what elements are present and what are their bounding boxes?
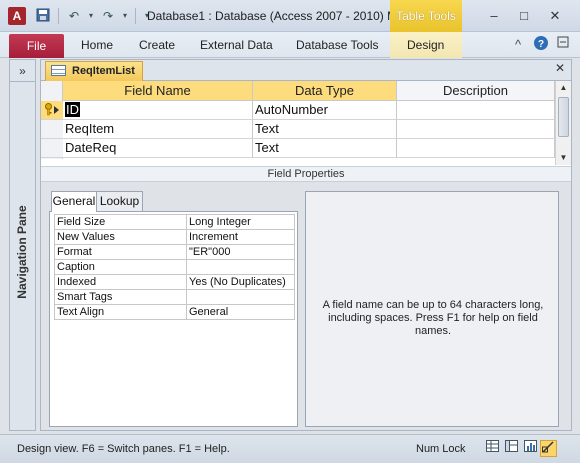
scroll-up-arrow-icon[interactable]: ▲ [556, 81, 571, 95]
property-row[interactable]: Caption [54, 259, 295, 275]
property-value[interactable]: Yes (No Duplicates) [186, 274, 295, 290]
column-header-data-type[interactable]: Data Type [253, 81, 397, 101]
undo-dropdown-icon[interactable]: ▾ [87, 8, 95, 24]
row-selector[interactable] [41, 120, 63, 139]
scroll-down-arrow-icon[interactable]: ▼ [556, 151, 571, 165]
row-selector-current[interactable] [41, 101, 63, 120]
table-row-data-type[interactable]: AutoNumber [253, 101, 397, 120]
file-tab[interactable]: File [9, 34, 64, 58]
property-label: Format [54, 244, 187, 260]
property-label: Smart Tags [54, 289, 187, 305]
svg-text:?: ? [538, 39, 544, 50]
property-help-box: A field name can be up to 64 characters … [305, 191, 559, 427]
column-header-field-name[interactable]: Field Name [63, 81, 253, 101]
minimize-ribbon-icon[interactable]: ^ [508, 35, 528, 55]
table-row-data-type[interactable]: Text [253, 120, 397, 139]
general-properties-panel: Field Size Long Integer New Values Increme… [49, 211, 298, 427]
help-icon[interactable]: ? [531, 35, 551, 55]
property-value[interactable]: General [186, 304, 295, 320]
undo-icon[interactable]: ↶ [65, 8, 83, 24]
title-bar: A ↶ ▾ ↷ ▾ ▾ Database1 : Database (Access… [0, 0, 580, 34]
property-label: Caption [54, 259, 187, 275]
property-value[interactable]: Long Integer [186, 214, 295, 230]
redo-icon[interactable]: ↷ [99, 8, 117, 24]
window-controls-icon[interactable] [553, 35, 573, 55]
table-design-document: ReqItemList ✕ Field Name Data Type Descr… [40, 59, 572, 431]
property-row[interactable]: New Values Increment [54, 229, 295, 245]
pivottable-view-icon[interactable] [503, 440, 520, 457]
property-value[interactable] [186, 259, 295, 275]
table-row-description[interactable] [397, 120, 555, 139]
table-tools-group: Table Tools [390, 0, 462, 34]
current-row-arrow-icon [54, 106, 59, 114]
document-tab-reqitemlist[interactable]: ReqItemList [45, 61, 143, 81]
access-app-icon[interactable]: A [8, 7, 26, 25]
pivotchart-view-icon[interactable] [522, 440, 539, 457]
tab-lookup[interactable]: Lookup [96, 191, 143, 211]
table-row-field-name[interactable]: ID [63, 101, 253, 120]
nav-pane-label[interactable]: Navigation Pane [15, 202, 29, 302]
document-tab-label: ReqItemList [72, 65, 135, 77]
scrollbar-thumb[interactable] [558, 97, 569, 137]
document-tab-bar: ReqItemList ✕ [41, 60, 571, 81]
design-view-icon[interactable] [540, 440, 557, 457]
property-label: Indexed [54, 274, 187, 290]
field-properties-area: General Lookup Field Size Long Integer Ne… [41, 182, 571, 430]
redo-dropdown-icon[interactable]: ▾ [121, 8, 129, 24]
tab-home[interactable]: Home [81, 38, 113, 52]
primary-key-icon [44, 103, 53, 116]
field-grid: Field Name Data Type Description ID Auto… [41, 81, 555, 159]
close-document-button[interactable]: ✕ [555, 61, 565, 75]
property-value[interactable]: "ER"000 [186, 244, 295, 260]
tab-create[interactable]: Create [139, 38, 175, 52]
status-text: Design view. F6 = Switch panes. F1 = Hel… [17, 443, 230, 455]
datasheet-view-icon[interactable] [484, 440, 501, 457]
property-value[interactable] [186, 289, 295, 305]
tab-database-tools[interactable]: Database Tools [296, 38, 379, 52]
field-properties-header: Field Properties [41, 166, 571, 182]
property-sheet: Field Size Long Integer New Values Increme… [54, 214, 295, 320]
property-label: New Values [54, 229, 187, 245]
nav-pane-toggle-button[interactable]: » [10, 60, 35, 82]
status-bar: Design view. F6 = Switch panes. F1 = Hel… [0, 434, 580, 463]
property-row[interactable]: Text Align General [54, 304, 295, 320]
table-row-field-name[interactable]: DateReq [63, 139, 253, 158]
tab-general[interactable]: General [51, 191, 97, 212]
property-label: Field Size [54, 214, 187, 230]
table-icon [51, 65, 66, 76]
minimize-button[interactable]: – [482, 6, 506, 26]
row-selector[interactable] [41, 139, 63, 158]
table-row-description[interactable] [397, 101, 555, 120]
close-window-button[interactable]: ✕ [543, 6, 567, 26]
table-row-description[interactable] [397, 139, 555, 158]
tab-design[interactable]: Design [407, 38, 444, 52]
field-properties-title: Field Properties [267, 168, 345, 180]
restore-button[interactable]: □ [512, 6, 536, 26]
qat-separator [135, 8, 136, 24]
grid-vertical-scrollbar[interactable]: ▲ ▼ [555, 81, 571, 165]
property-help-text: A field name can be up to 64 characters … [322, 299, 544, 337]
property-row[interactable]: Indexed Yes (No Duplicates) [54, 274, 295, 290]
property-value[interactable]: Increment [186, 229, 295, 245]
num-lock-indicator: Num Lock [416, 443, 466, 455]
save-icon[interactable] [34, 8, 52, 24]
property-row[interactable]: Field Size Long Integer [54, 214, 295, 230]
table-row-field-name[interactable]: ReqItem [63, 120, 253, 139]
window-title: Database1 : Database (Access 2007 - 2010… [147, 9, 398, 23]
quick-access-toolbar: ↶ ▾ ↷ ▾ ▾ [34, 8, 152, 24]
navigation-pane[interactable]: » Navigation Pane [9, 59, 36, 431]
column-header-description[interactable]: Description [397, 81, 555, 101]
property-row[interactable]: Format "ER"000 [54, 244, 295, 260]
table-row-data-type[interactable]: Text [253, 139, 397, 158]
property-row[interactable]: Smart Tags [54, 289, 295, 305]
qat-separator [58, 8, 59, 24]
tab-external-data[interactable]: External Data [200, 38, 273, 52]
property-label: Text Align [54, 304, 187, 320]
ribbon-tab-row: File Home Create External Data Database … [0, 32, 580, 58]
